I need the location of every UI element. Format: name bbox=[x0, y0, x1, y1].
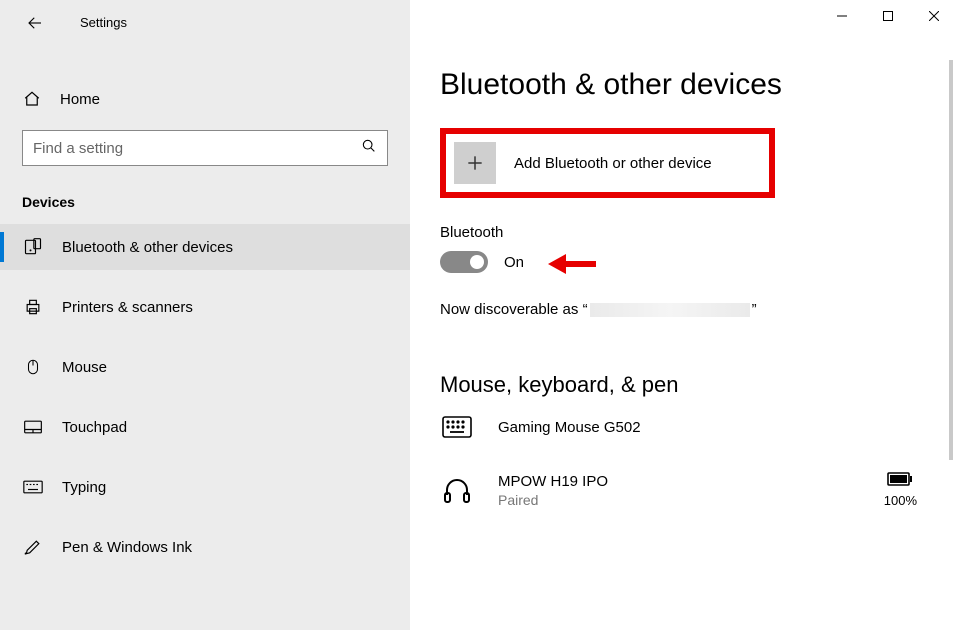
sidebar-item-bluetooth[interactable]: Bluetooth & other devices bbox=[0, 224, 410, 270]
sidebar-home-label: Home bbox=[60, 91, 100, 108]
arrow-annotation-icon bbox=[548, 249, 598, 284]
device-name: Gaming Mouse G502 bbox=[498, 419, 641, 436]
search-box[interactable] bbox=[22, 130, 388, 166]
add-device-label: Add Bluetooth or other device bbox=[514, 155, 712, 172]
battery-icon bbox=[887, 472, 913, 491]
device-name: MPOW H19 IPO bbox=[498, 473, 608, 490]
minimize-button[interactable] bbox=[819, 0, 865, 32]
device-battery: 100% bbox=[884, 472, 917, 508]
keyboard-icon bbox=[22, 480, 44, 494]
keyboard-device-icon bbox=[440, 416, 474, 438]
bluetooth-label: Bluetooth bbox=[440, 224, 927, 241]
window-title: Settings bbox=[80, 15, 127, 30]
page-title: Bluetooth & other devices bbox=[440, 68, 927, 102]
back-button[interactable] bbox=[20, 8, 50, 38]
plus-icon bbox=[454, 142, 496, 184]
touchpad-icon bbox=[22, 419, 44, 435]
bluetooth-toggle-state: On bbox=[504, 254, 524, 271]
scrollbar[interactable] bbox=[949, 60, 953, 460]
sidebar-item-typing[interactable]: Typing bbox=[0, 464, 410, 510]
battery-percent: 100% bbox=[884, 493, 917, 508]
sidebar-item-mouse[interactable]: Mouse bbox=[0, 344, 410, 390]
headphones-icon bbox=[440, 475, 474, 505]
sidebar-item-label: Touchpad bbox=[62, 419, 127, 436]
printer-icon bbox=[22, 297, 44, 317]
bluetooth-devices-icon bbox=[22, 237, 44, 257]
bluetooth-toggle[interactable] bbox=[440, 251, 488, 273]
sidebar-item-label: Typing bbox=[62, 479, 106, 496]
sidebar-item-label: Mouse bbox=[62, 359, 107, 376]
close-button[interactable] bbox=[911, 0, 957, 32]
sidebar-item-touchpad[interactable]: Touchpad bbox=[0, 404, 410, 450]
sidebar-home[interactable]: Home bbox=[0, 80, 410, 118]
sidebar-item-label: Bluetooth & other devices bbox=[62, 239, 233, 256]
discoverable-suffix: ” bbox=[752, 301, 757, 318]
devices-section-title: Mouse, keyboard, & pen bbox=[440, 372, 927, 398]
redacted-name bbox=[590, 303, 750, 317]
sidebar-item-pen[interactable]: Pen & Windows Ink bbox=[0, 524, 410, 570]
sidebar: Settings Home Devices Bluetooth & other … bbox=[0, 0, 410, 630]
search-icon bbox=[361, 138, 377, 159]
maximize-button[interactable] bbox=[865, 0, 911, 32]
device-status: Paired bbox=[498, 492, 608, 508]
window-controls bbox=[819, 0, 957, 32]
pen-icon bbox=[22, 537, 44, 557]
search-input[interactable] bbox=[33, 140, 361, 157]
sidebar-item-label: Pen & Windows Ink bbox=[62, 539, 192, 556]
device-row[interactable]: MPOW H19 IPO Paired 100% bbox=[440, 472, 927, 508]
sidebar-item-label: Printers & scanners bbox=[62, 299, 193, 316]
home-icon bbox=[22, 90, 42, 108]
discoverable-text: Now discoverable as “ ” bbox=[440, 301, 927, 318]
sidebar-section-title: Devices bbox=[22, 194, 410, 210]
main-content: Bluetooth & other devices Add Bluetooth … bbox=[410, 0, 957, 630]
discoverable-prefix: Now discoverable as “ bbox=[440, 301, 588, 318]
add-device-button[interactable]: Add Bluetooth or other device bbox=[440, 128, 775, 198]
sidebar-item-printers[interactable]: Printers & scanners bbox=[0, 284, 410, 330]
mouse-icon bbox=[22, 357, 44, 377]
device-row[interactable]: Gaming Mouse G502 bbox=[440, 416, 927, 438]
